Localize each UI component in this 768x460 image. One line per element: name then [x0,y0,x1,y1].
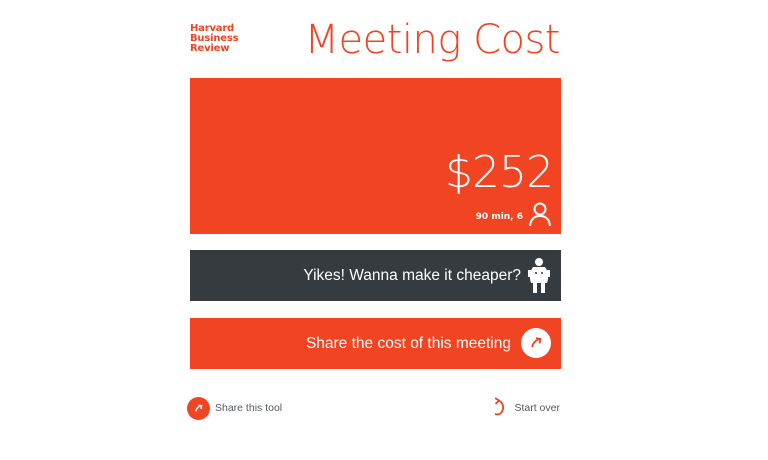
arrow-circle-icon [521,328,551,358]
share-tool-link[interactable]: Share this tool [187,396,282,420]
cost-amount: $252 [445,147,554,198]
start-over-label: Start over [514,402,560,414]
start-over-link[interactable]: Start over [490,396,560,420]
meeting-cost-card: $252 90 min, 6 [190,78,561,234]
logo-line-review: Review [190,43,230,54]
hbr-logo[interactable]: Harvard Business Review [190,24,260,54]
share-cost-label: Share the cost of this meeting [305,335,511,352]
meeting-details: 90 min, 6 [475,212,523,222]
share-tool-label: Share this tool [215,402,283,414]
make-cheaper-button[interactable]: Yikes! Wanna make it cheaper? [190,250,561,301]
make-cheaper-label: Yikes! Wanna make it cheaper? [303,267,521,284]
overweight-figure-icon [528,258,550,293]
share-arrow-icon [187,396,210,420]
share-cost-button[interactable]: Share the cost of this meeting [190,318,561,369]
restart-arrow-icon [494,397,505,416]
person-icon [529,202,551,227]
page-title: Meeting Cost [304,17,560,63]
